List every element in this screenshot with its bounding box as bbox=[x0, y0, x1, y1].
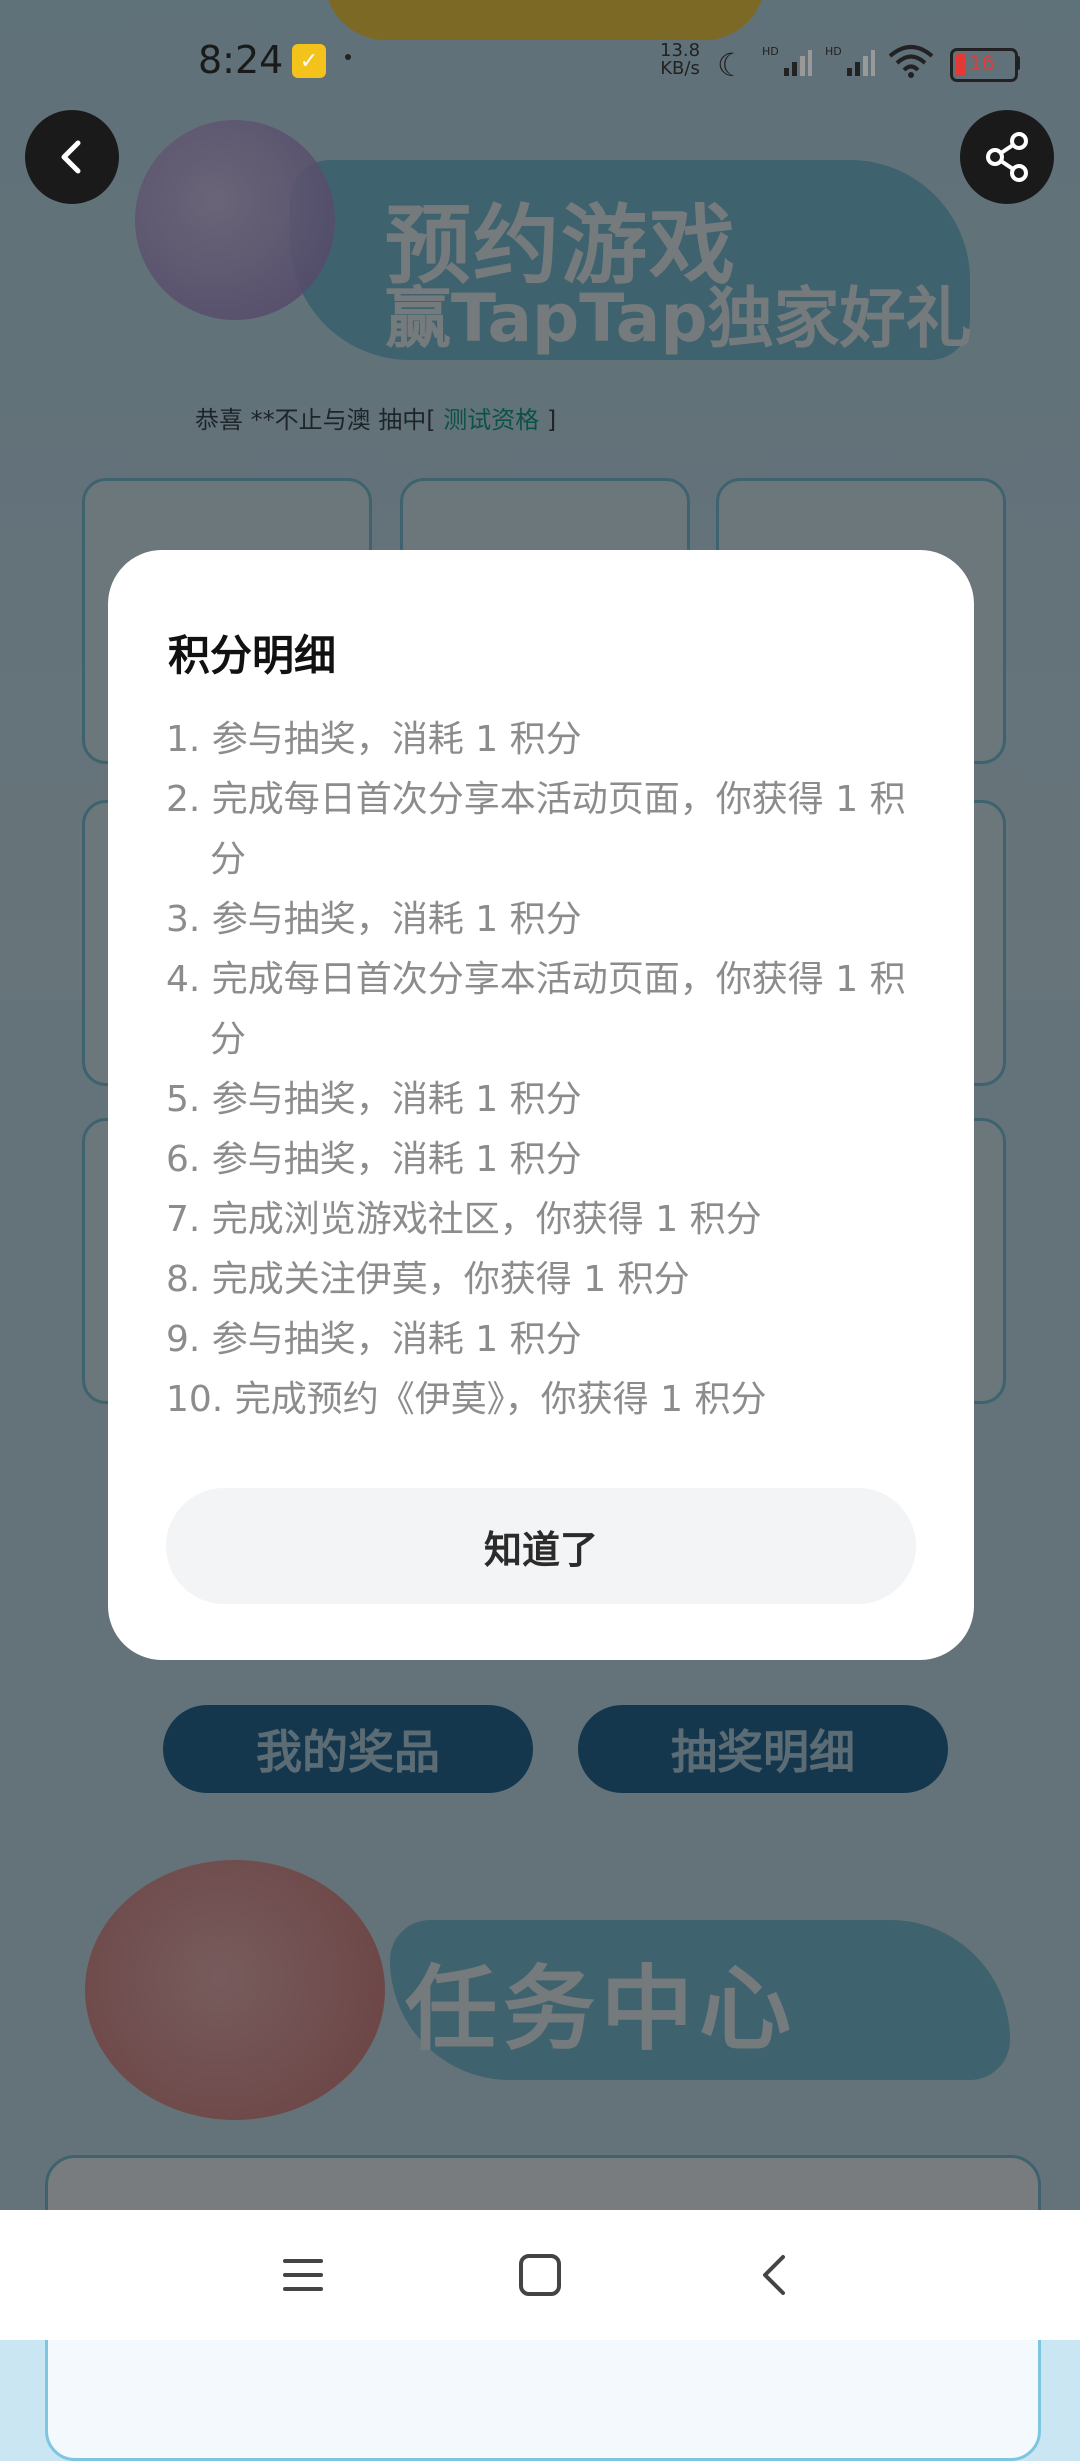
hd-signal-icon: HD bbox=[825, 45, 875, 76]
system-nav-bar bbox=[0, 2210, 1080, 2340]
status-time: 8:24 bbox=[198, 38, 284, 82]
points-item: 7. 完成浏览游戏社区，你获得 1 积分 bbox=[166, 1199, 762, 1240]
battery-percent: 16 bbox=[969, 51, 995, 75]
battery-tip bbox=[1015, 56, 1020, 70]
hd-signal-icon: HD bbox=[762, 45, 812, 76]
svg-text:HD: HD bbox=[825, 45, 842, 58]
points-item: 3. 参与抽奖，消耗 1 积分 bbox=[166, 899, 582, 940]
back-button[interactable] bbox=[25, 110, 119, 204]
share-icon bbox=[986, 132, 1028, 182]
network-speed: 13.8 KB/s bbox=[660, 42, 700, 78]
speed-unit: KB/s bbox=[660, 58, 700, 79]
points-item: 2. 完成每日首次分享本活动页面，你获得 1 积分 bbox=[166, 779, 906, 880]
modal-title: 积分明细 bbox=[168, 631, 337, 680]
menu-icon bbox=[283, 2259, 323, 2291]
wifi-icon bbox=[888, 45, 934, 78]
more-notifications-dot bbox=[345, 54, 351, 60]
points-item: 4. 完成每日首次分享本活动页面，你获得 1 积分 bbox=[166, 959, 906, 1060]
got-it-button[interactable]: 知道了 bbox=[166, 1488, 916, 1604]
chevron-left-icon bbox=[61, 140, 81, 174]
points-detail-modal: 积分明细 1. 参与抽奖，消耗 1 积分 2. 完成每日首次分享本活动页面，你获… bbox=[108, 550, 974, 1660]
battery-icon: 16 bbox=[950, 48, 1018, 82]
home-button[interactable] bbox=[480, 2210, 600, 2340]
status-bar: 8:24 ✓ 13.8 KB/s ☾ HD HD 16 bbox=[0, 0, 1080, 120]
home-square-icon bbox=[519, 2254, 561, 2296]
system-back-button[interactable] bbox=[715, 2210, 835, 2340]
notification-icon: ✓ bbox=[292, 44, 326, 78]
points-item: 1. 参与抽奖，消耗 1 积分 bbox=[166, 719, 582, 760]
back-triangle-icon bbox=[763, 2255, 785, 2295]
points-item: 9. 参与抽奖，消耗 1 积分 bbox=[166, 1319, 582, 1360]
points-item: 6. 参与抽奖，消耗 1 积分 bbox=[166, 1139, 582, 1180]
page: 预约游戏 赢TapTap独家好礼 恭喜 **不止与澳 抽中[ 测试资格 ] 我的… bbox=[0, 0, 1080, 2461]
battery-level bbox=[956, 54, 966, 76]
recent-apps-button[interactable] bbox=[243, 2210, 363, 2340]
share-button[interactable] bbox=[960, 110, 1054, 204]
points-item: 5. 参与抽奖，消耗 1 积分 bbox=[166, 1079, 582, 1120]
points-list: 1. 参与抽奖，消耗 1 积分 2. 完成每日首次分享本活动页面，你获得 1 积… bbox=[166, 710, 926, 1430]
svg-text:HD: HD bbox=[762, 45, 779, 58]
points-item: 10. 完成预约《伊莫》，你获得 1 积分 bbox=[166, 1379, 767, 1420]
moon-icon: ☾ bbox=[717, 46, 746, 84]
points-item: 8. 完成关注伊莫，你获得 1 积分 bbox=[166, 1259, 690, 1300]
